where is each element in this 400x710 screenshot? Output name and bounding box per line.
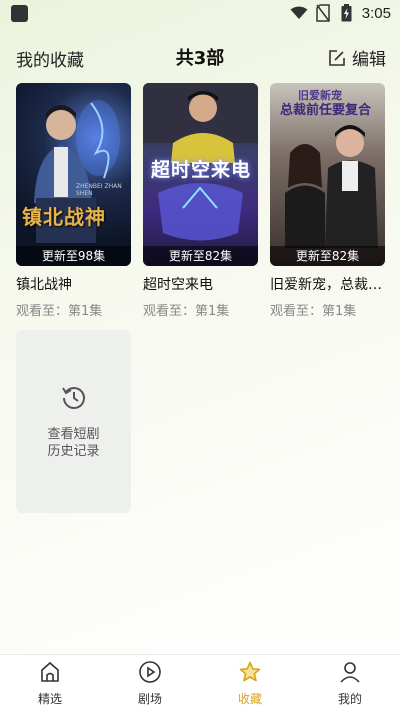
drama-title: 超时空来电 <box>143 277 213 293</box>
poster-title-text: 总裁前任要复合 <box>280 103 372 118</box>
drama-poster[interactable]: 旧爱新宠 总裁前任要复合 更新至82集 <box>270 83 385 266</box>
nav-item-profile[interactable]: 我的 <box>300 655 400 710</box>
nav-label: 收藏 <box>237 692 262 706</box>
nav-label: 剧场 <box>137 692 162 706</box>
drama-card[interactable]: 旧爱新宠 总裁前任要复合 更新至82集 旧爱新宠，总裁前任复合 观看至：第1集 <box>270 83 385 319</box>
nav-label: 我的 <box>337 692 362 706</box>
watch-progress: 观看至：第1集 <box>143 304 230 319</box>
watch-progress: 观看至：第1集 <box>16 304 103 319</box>
user-icon <box>338 660 362 688</box>
poster-title-text: 超时空来电 <box>151 159 252 181</box>
drama-card[interactable]: 镇北战神 ZHENBEI ZHAN SHEN 更新至98集 镇北战神 观看至：第… <box>16 83 131 319</box>
history-label: 查看短剧历史记录 <box>47 426 100 459</box>
update-badge: 更新至98集 <box>16 246 131 266</box>
update-badge: 更新至82集 <box>270 246 385 266</box>
drama-poster[interactable]: 镇北战神 ZHENBEI ZHAN SHEN 更新至98集 <box>16 83 131 266</box>
nav-label: 精选 <box>37 692 62 706</box>
battery-charging-icon <box>338 4 356 22</box>
status-bar: 3:05 <box>0 0 400 28</box>
star-icon <box>238 660 262 688</box>
poster-art <box>34 100 120 243</box>
edit-button[interactable]: 编辑 <box>328 45 386 70</box>
play-icon <box>138 660 162 688</box>
update-badge: 更新至82集 <box>143 246 258 266</box>
poster-title-text: 镇北战神 <box>22 205 106 229</box>
nav-item-favorites[interactable]: 收藏 <box>200 655 300 710</box>
notification-icon <box>11 5 28 22</box>
nav-item-theater[interactable]: 剧场 <box>100 655 200 710</box>
bottom-nav: 精选 剧场 收藏 我的 <box>0 654 400 710</box>
no-sim-icon <box>314 4 332 22</box>
clock: 3:05 <box>361 4 391 22</box>
home-icon <box>38 660 62 688</box>
watch-progress: 观看至：第1集 <box>270 304 357 319</box>
drama-card[interactable]: 超时空来电 更新至82集 超时空来电 观看至：第1集 <box>143 83 258 319</box>
status-icons: 3:05 <box>290 4 391 22</box>
wifi-icon <box>290 4 308 22</box>
header: 我的收藏 共3部 编辑 <box>0 42 400 72</box>
drama-poster[interactable]: 超时空来电 更新至82集 <box>143 83 258 266</box>
history-icon <box>61 384 87 414</box>
edit-label: 编辑 <box>352 50 386 70</box>
poster-subtitle-text: ZHENBEI ZHAN SHEN <box>76 183 122 197</box>
drama-title: 镇北战神 <box>16 277 72 293</box>
drama-title: 旧爱新宠，总裁前任复合 <box>270 277 385 293</box>
nav-item-featured[interactable]: 精选 <box>0 655 100 710</box>
edit-icon <box>328 49 346 67</box>
history-button[interactable]: 查看短剧历史记录 <box>16 330 131 513</box>
